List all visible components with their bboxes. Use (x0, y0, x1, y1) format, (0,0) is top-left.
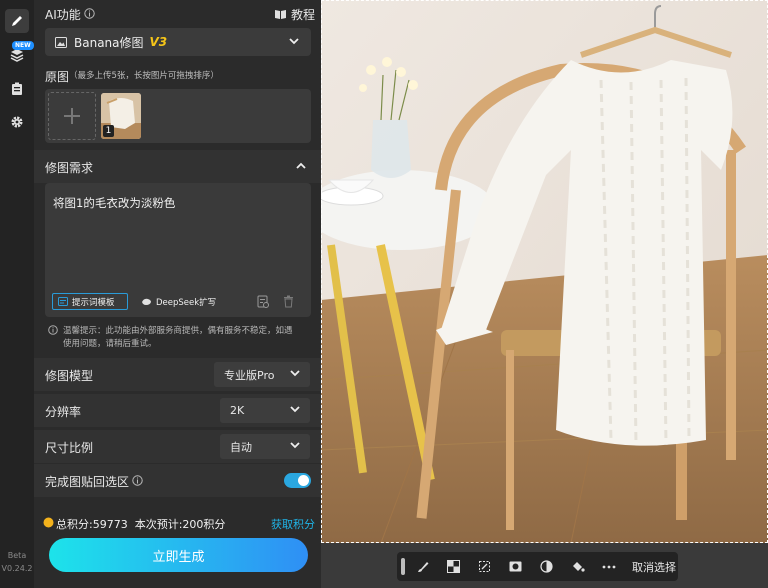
settings-tool-button[interactable] (5, 110, 29, 134)
deepseek-expand-label: DeepSeek扩写 (156, 297, 217, 308)
ai-panel: AI功能 教程 Banana修图 V3 原图 （最多上传5张，长按图片可拖拽排序… (34, 0, 321, 588)
info-icon[interactable] (84, 8, 95, 19)
originals-hint: （最多上传5张，长按图片可拖拽排序） (69, 71, 219, 81)
mosaic-tool-button[interactable] (438, 552, 469, 581)
originals-label: 原图 (45, 70, 70, 84)
deselect-button[interactable]: 取消选择 (624, 559, 676, 575)
paste-back-label: 完成图贴回选区 (45, 475, 130, 489)
toggle-knob (298, 475, 309, 486)
aspect-ratio-value: 自动 (230, 440, 252, 454)
edited-photo (321, 0, 768, 543)
chevron-down-icon (289, 38, 299, 45)
history-icon[interactable] (257, 295, 269, 308)
more-dots-icon (602, 565, 615, 568)
canvas-toolbar: 取消选择 (397, 552, 678, 581)
paste-back-toggle[interactable] (284, 473, 311, 488)
model-select[interactable]: Banana修图 V3 (45, 28, 311, 56)
clipboard-icon (12, 82, 22, 95)
whale-icon (142, 298, 151, 305)
paint-bucket-icon (572, 562, 585, 572)
brush-tool-button[interactable] (407, 552, 438, 581)
deepseek-expand-button[interactable]: DeepSeek扩写 (137, 293, 223, 310)
trash-icon[interactable] (283, 295, 294, 308)
edit-tool-button[interactable] (5, 9, 29, 33)
version-number: V0.24.2 (1, 564, 33, 573)
original-thumbnail[interactable]: 1 (101, 93, 141, 139)
clipboard-tool-button[interactable] (5, 77, 29, 101)
layers-icon (10, 49, 24, 62)
more-tools-button[interactable] (593, 552, 624, 581)
version-label: Beta (7, 551, 27, 560)
generate-button[interactable]: 立即生成 (49, 538, 308, 572)
plus-icon (64, 108, 80, 124)
app: NEW Beta V0.24.2 AI功能 教程 Banana修图 V3 原图 … (0, 0, 768, 588)
book-icon (275, 10, 286, 19)
aspect-ratio-select[interactable]: 自动 (220, 434, 310, 459)
contrast-icon (540, 560, 553, 573)
toolbar-grip[interactable] (401, 558, 405, 575)
chevron-down-icon (290, 442, 300, 449)
checker-icon (447, 560, 460, 573)
points-summary: 总积分:59773 本次预计:200积分 (56, 518, 226, 531)
edit-request-editor: 将图1的毛衣改为淡粉色 提示词模板 DeepSeek扩写 (45, 183, 311, 317)
prompt-template-label: 提示词模板 (72, 297, 115, 308)
notice-info-icon (48, 325, 58, 335)
image-icon (55, 36, 67, 48)
generate-label: 立即生成 (152, 549, 205, 565)
edit-request-label: 修图需求 (45, 161, 94, 175)
resolution-select[interactable]: 2K (220, 398, 310, 423)
model-setting-select[interactable]: 专业版Pro (214, 362, 310, 387)
invert-tool-button[interactable] (531, 552, 562, 581)
paste-back-info-icon[interactable] (132, 475, 143, 486)
transform-icon (479, 561, 490, 572)
mask-tool-button[interactable] (500, 552, 531, 581)
notice-line-1: 温馨提示：此功能由外部服务商提供，偶有服务不稳定，如遇 (63, 326, 293, 336)
new-badge: NEW (12, 41, 34, 50)
chevron-down-icon (290, 406, 300, 413)
panel-title: AI功能 (45, 8, 81, 22)
add-image-button[interactable] (48, 92, 96, 140)
originals-strip: 1 (45, 89, 311, 143)
mask-icon (509, 561, 522, 572)
resolution-value: 2K (230, 404, 245, 417)
model-setting-value: 专业版Pro (224, 368, 275, 382)
resolution-label: 分辨率 (45, 405, 82, 419)
template-icon (58, 297, 68, 306)
edit-request-textarea[interactable]: 将图1的毛衣改为淡粉色 (53, 195, 175, 211)
tutorial-label: 教程 (291, 8, 316, 22)
gear-icon (11, 116, 23, 128)
thumbnail-index: 1 (103, 125, 114, 137)
crop-tool-button[interactable] (469, 552, 500, 581)
pen-icon (12, 16, 22, 26)
chevron-down-icon (290, 370, 300, 377)
image-canvas[interactable]: 取消选择 (321, 0, 768, 588)
model-version-tag: V3 (149, 35, 168, 49)
brush-icon (417, 561, 428, 572)
fill-tool-button[interactable] (562, 552, 593, 581)
prompt-template-button[interactable]: 提示词模板 (52, 293, 128, 310)
model-setting-label: 修图模型 (45, 369, 94, 383)
coin-icon (43, 517, 54, 528)
notice-line-2: 使用问题，请稍后重试。 (63, 339, 157, 349)
chevron-up-icon[interactable] (296, 162, 306, 169)
model-name: Banana修图 (74, 35, 144, 50)
aspect-ratio-label: 尺寸比例 (45, 441, 94, 455)
tool-rail: NEW Beta V0.24.2 (0, 0, 34, 588)
tutorial-link[interactable]: 教程 (274, 6, 315, 23)
get-points-link[interactable]: 获取积分 (271, 516, 315, 532)
sweater-chair-photo (321, 0, 768, 543)
